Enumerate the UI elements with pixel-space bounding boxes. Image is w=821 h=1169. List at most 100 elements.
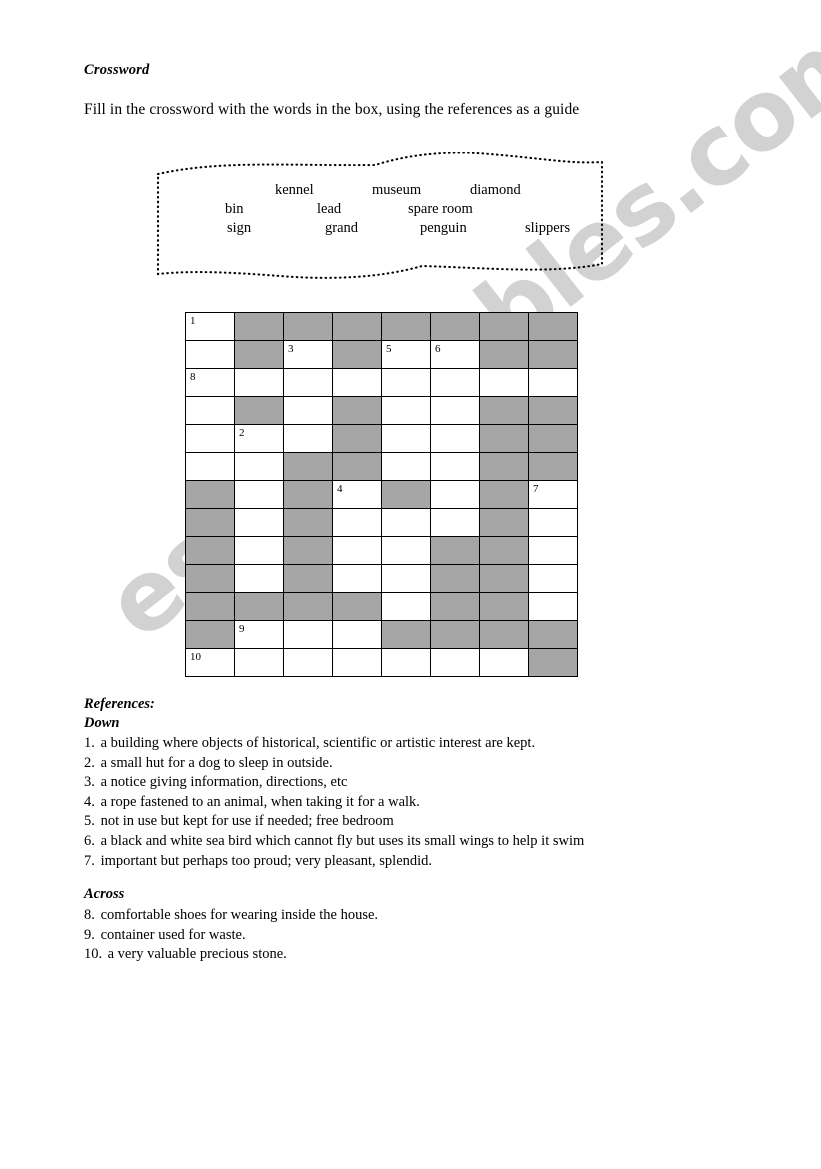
clue-text: a building where objects of historical, … — [97, 735, 536, 751]
crossword-block-cell — [479, 424, 529, 453]
crossword-cell[interactable]: 3 — [283, 340, 333, 369]
crossword-cell[interactable] — [234, 508, 284, 537]
crossword-cell[interactable]: 6 — [430, 340, 480, 369]
crossword-cell[interactable] — [332, 564, 382, 593]
crossword-cell[interactable] — [430, 480, 480, 509]
crossword-cell[interactable] — [283, 396, 333, 425]
crossword-cell[interactable] — [479, 368, 529, 397]
crossword-block-cell — [381, 620, 431, 649]
crossword-cell[interactable] — [381, 368, 431, 397]
crossword-block-cell — [283, 480, 333, 509]
down-clue: 7. important but perhaps too proud; very… — [84, 852, 584, 872]
crossword-cell[interactable] — [332, 368, 382, 397]
crossword-block-cell — [381, 480, 431, 509]
crossword-block-cell — [185, 508, 235, 537]
crossword-block-cell — [234, 340, 284, 369]
references-heading: References: — [84, 696, 155, 712]
crossword-cell[interactable] — [430, 648, 480, 677]
crossword-cell[interactable] — [528, 564, 578, 593]
crossword-cell[interactable]: 10 — [185, 648, 235, 677]
crossword-cell[interactable]: 9 — [234, 620, 284, 649]
crossword-cell[interactable] — [528, 508, 578, 537]
crossword-cell[interactable] — [528, 536, 578, 565]
cell-number: 7 — [533, 483, 539, 495]
crossword-cell[interactable] — [332, 508, 382, 537]
word-bank-row: kennel museum diamond — [150, 182, 610, 201]
clue-number: 9. — [84, 926, 95, 943]
crossword-cell[interactable] — [381, 424, 431, 453]
down-clue: 2. a small hut for a dog to sleep in out… — [84, 754, 584, 774]
crossword-block-cell — [479, 508, 529, 537]
crossword-cell[interactable] — [430, 452, 480, 481]
crossword-cell[interactable] — [332, 620, 382, 649]
crossword-cell[interactable] — [234, 480, 284, 509]
across-clue: 10. a very valuable precious stone. — [84, 945, 378, 965]
word-bank-row: sign grand penguin slippers — [150, 220, 610, 239]
crossword-row: 2 — [185, 424, 578, 453]
crossword-block-cell — [528, 340, 578, 369]
crossword-cell[interactable] — [234, 564, 284, 593]
crossword-cell[interactable] — [234, 452, 284, 481]
crossword-block-cell — [283, 508, 333, 537]
crossword-block-cell — [479, 396, 529, 425]
clue-number: 5. — [84, 813, 95, 830]
crossword-cell[interactable] — [185, 340, 235, 369]
clue-number: 4. — [84, 793, 95, 810]
crossword-row — [185, 592, 578, 621]
crossword-grid[interactable]: 1 3 5 6 8 2 4 7 9 10 — [185, 312, 578, 677]
crossword-cell[interactable] — [283, 424, 333, 453]
clue-text: a notice giving information, directions,… — [97, 774, 348, 791]
crossword-block-cell — [234, 592, 284, 621]
crossword-cell[interactable] — [381, 508, 431, 537]
instruction-text: Fill in the crossword with the words in … — [84, 101, 580, 118]
cell-number: 5 — [386, 343, 392, 355]
crossword-cell[interactable] — [283, 620, 333, 649]
crossword-block-cell — [430, 592, 480, 621]
crossword-block-cell — [283, 536, 333, 565]
crossword-cell[interactable] — [430, 368, 480, 397]
crossword-cell[interactable] — [381, 396, 431, 425]
word-bank-item: penguin — [420, 220, 467, 236]
crossword-cell[interactable]: 7 — [528, 480, 578, 509]
crossword-cell[interactable] — [381, 592, 431, 621]
crossword-cell[interactable] — [479, 648, 529, 677]
crossword-cell[interactable] — [332, 648, 382, 677]
crossword-cell[interactable] — [381, 648, 431, 677]
crossword-cell[interactable]: 8 — [185, 368, 235, 397]
crossword-cell[interactable]: 5 — [381, 340, 431, 369]
crossword-cell[interactable] — [234, 536, 284, 565]
cell-number: 6 — [435, 343, 441, 355]
crossword-cell[interactable] — [528, 592, 578, 621]
crossword-block-cell — [430, 564, 480, 593]
across-heading: Across — [84, 886, 125, 902]
crossword-row: 1 — [185, 312, 578, 341]
word-bank-item: sign — [227, 220, 252, 236]
crossword-cell[interactable] — [185, 424, 235, 453]
word-bank-item: spare room — [408, 201, 473, 217]
clue-number: 3. — [84, 774, 95, 791]
crossword-block-cell — [479, 480, 529, 509]
crossword-cell[interactable] — [283, 648, 333, 677]
crossword-cell[interactable] — [185, 396, 235, 425]
crossword-cell[interactable] — [430, 424, 480, 453]
crossword-cell[interactable] — [381, 452, 431, 481]
crossword-block-cell — [479, 312, 529, 341]
cell-number: 2 — [239, 427, 245, 439]
crossword-row — [185, 536, 578, 565]
crossword-cell[interactable] — [430, 508, 480, 537]
crossword-cell[interactable]: 1 — [185, 312, 235, 341]
crossword-cell[interactable] — [430, 396, 480, 425]
crossword-cell[interactable] — [381, 564, 431, 593]
crossword-row: 47 — [185, 480, 578, 509]
crossword-cell[interactable] — [528, 368, 578, 397]
crossword-cell[interactable] — [234, 648, 284, 677]
crossword-cell[interactable]: 2 — [234, 424, 284, 453]
crossword-cell[interactable] — [283, 368, 333, 397]
crossword-cell[interactable] — [332, 536, 382, 565]
crossword-cell[interactable] — [234, 368, 284, 397]
word-bank-item: diamond — [470, 182, 521, 198]
crossword-cell[interactable] — [381, 536, 431, 565]
cell-number: 9 — [239, 623, 245, 635]
crossword-cell[interactable]: 4 — [332, 480, 382, 509]
crossword-cell[interactable] — [185, 452, 235, 481]
